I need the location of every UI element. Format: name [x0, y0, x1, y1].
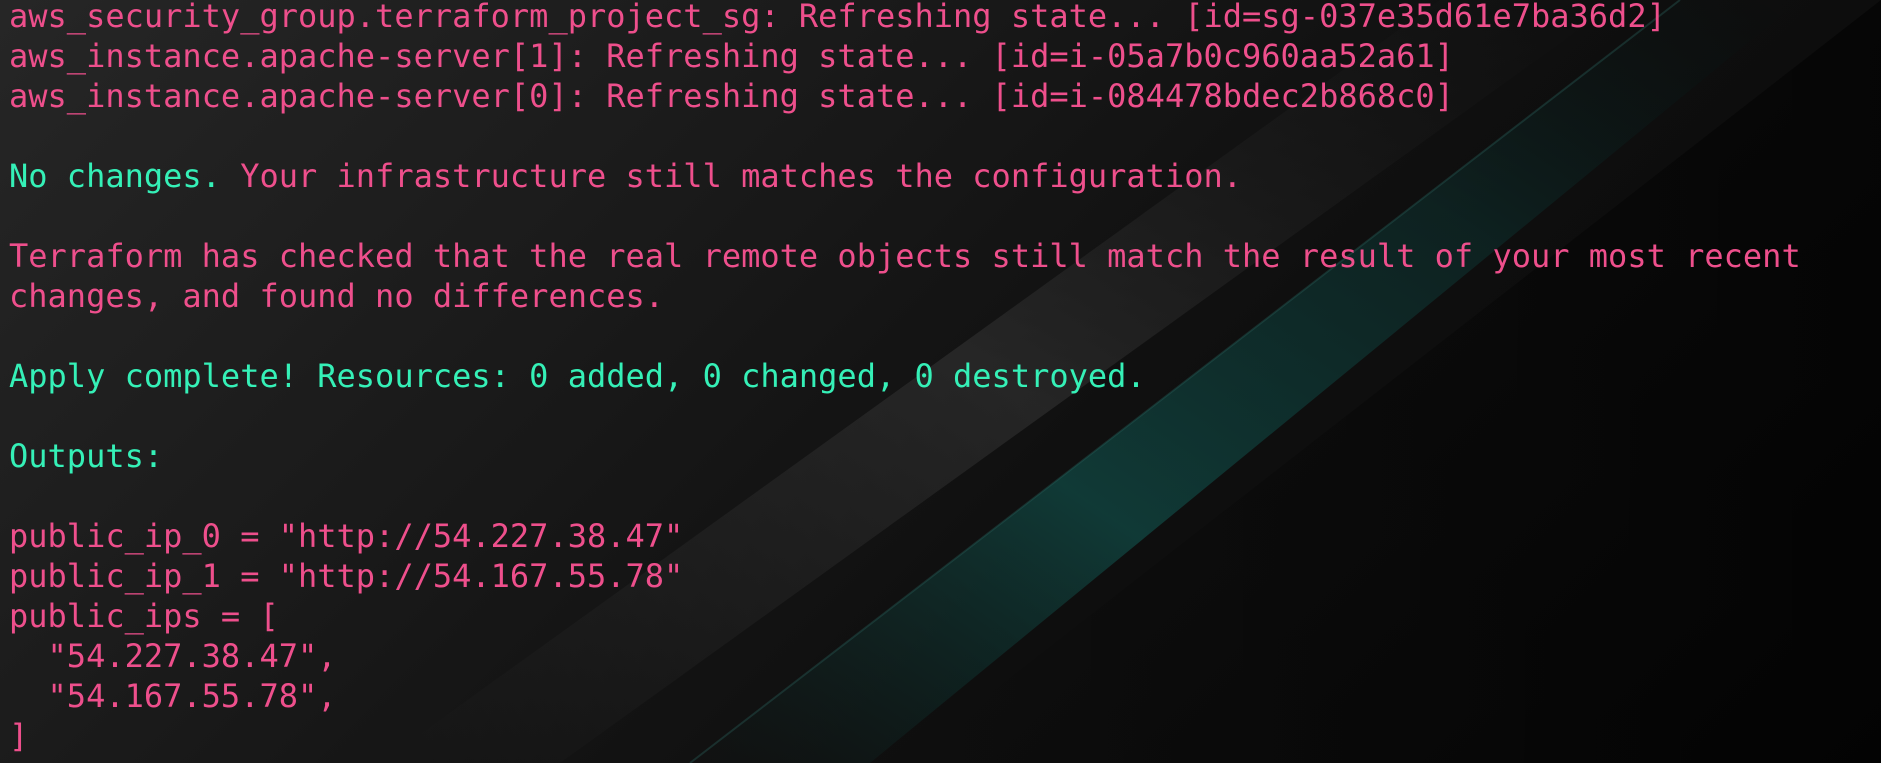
terminal-line: No changes. Your infrastructure still ma…	[9, 156, 1801, 196]
terminal-text-segment: No changes.	[9, 157, 221, 195]
terminal-text-segment: "54.227.38.47",	[9, 637, 337, 675]
terminal-text-segment: Apply complete! Resources: 0 added, 0 ch…	[9, 357, 1146, 395]
terminal-line: ]	[9, 716, 1801, 756]
terminal-line: public_ip_1 = "http://54.167.55.78"	[9, 556, 1801, 596]
terminal-line: Apply complete! Resources: 0 added, 0 ch…	[9, 356, 1801, 396]
terminal-line: aws_security_group.terraform_project_sg:…	[9, 0, 1801, 36]
terminal-text-segment: changes, and found no differences.	[9, 277, 665, 315]
terminal-line: "54.227.38.47",	[9, 636, 1801, 676]
terminal-text-segment: aws_security_group.terraform_project_sg:…	[9, 0, 1666, 35]
terminal-line: public_ip_0 = "http://54.227.38.47"	[9, 516, 1801, 556]
terminal-text-segment: Your infrastructure still matches the co…	[220, 157, 1242, 195]
terminal-text-segment: public_ip_1 = "http://54.167.55.78"	[9, 557, 684, 595]
terminal-window[interactable]: aws_security_group.terraform_project_sg:…	[0, 0, 1881, 763]
terminal-text-segment: aws_instance.apache-server[1]: Refreshin…	[9, 37, 1454, 75]
terminal-output[interactable]: aws_security_group.terraform_project_sg:…	[9, 0, 1801, 756]
terminal-text-segment: ]	[9, 717, 29, 755]
terminal-text-segment: aws_instance.apache-server[0]: Refreshin…	[9, 77, 1454, 115]
terminal-text-segment: public_ips = [	[9, 597, 279, 635]
terminal-text-segment: Outputs:	[9, 437, 164, 475]
terminal-line: Terraform has checked that the real remo…	[9, 236, 1801, 276]
terminal-line: "54.167.55.78",	[9, 676, 1801, 716]
terminal-text-segment: public_ip_0 = "http://54.227.38.47"	[9, 517, 684, 555]
terminal-line: Outputs:	[9, 436, 1801, 476]
terminal-line: public_ips = [	[9, 596, 1801, 636]
terminal-line: aws_instance.apache-server[1]: Refreshin…	[9, 36, 1801, 76]
terminal-text-segment: "54.167.55.78",	[9, 677, 337, 715]
terminal-line: changes, and found no differences.	[9, 276, 1801, 316]
terminal-text-segment: Terraform has checked that the real remo…	[9, 237, 1801, 275]
terminal-line: aws_instance.apache-server[0]: Refreshin…	[9, 76, 1801, 116]
